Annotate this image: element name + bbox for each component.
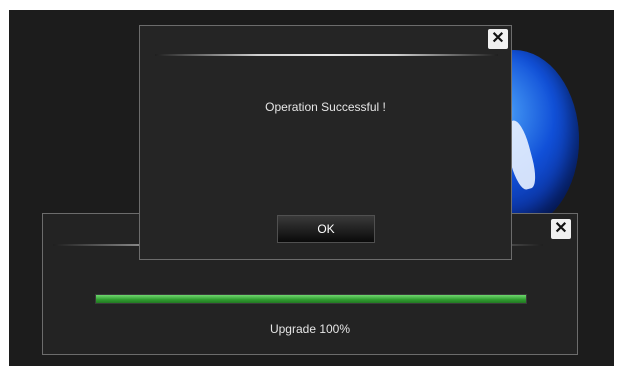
- ok-button[interactable]: OK: [277, 215, 375, 243]
- message-close-button[interactable]: ✕: [488, 29, 508, 49]
- message-dialog: ✕ Operation Successful ! OK: [139, 25, 512, 260]
- close-icon: ✕: [554, 220, 568, 237]
- title-separator: [155, 54, 498, 56]
- upgrade-close-button[interactable]: ✕: [551, 219, 571, 239]
- upgrade-progress-label: Upgrade 100%: [269, 322, 351, 336]
- upgrade-progress-bar: [95, 294, 527, 304]
- operation-message: Operation Successful !: [265, 100, 386, 114]
- close-icon: ✕: [491, 30, 505, 47]
- upgrade-progress-fill: [96, 295, 526, 303]
